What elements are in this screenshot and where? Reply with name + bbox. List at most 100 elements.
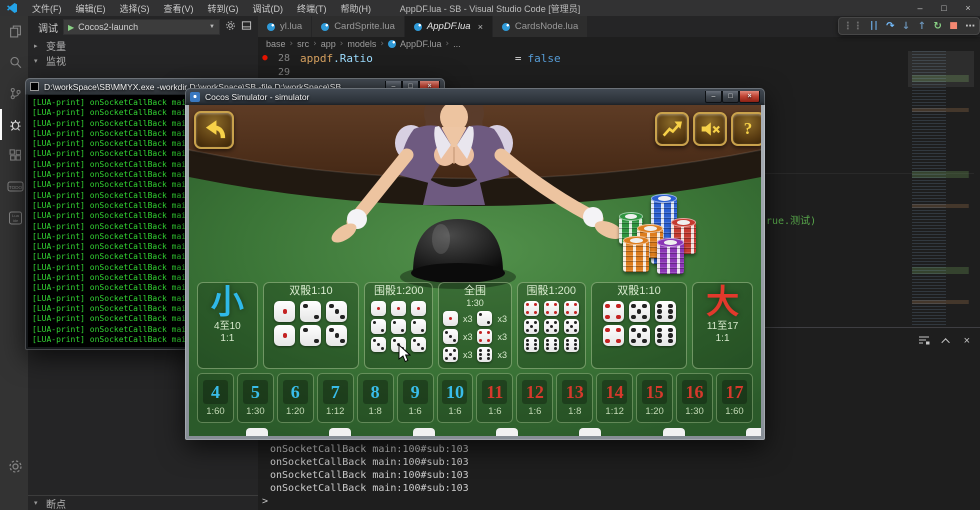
number-odds: 1:20: [286, 406, 305, 417]
minimize-button[interactable]: –: [705, 91, 722, 103]
maximize-button[interactable]: □: [932, 0, 956, 16]
menu-item[interactable]: 编辑(E): [69, 0, 113, 17]
tab-CardsNode.lua[interactable]: CardsNode.lua: [493, 16, 588, 37]
search-icon: [9, 56, 22, 69]
code-token-value: false: [528, 52, 561, 65]
code-line-28: ● 28 appdf.Ratio=false: [258, 51, 980, 65]
sidebar-section-breakpoints[interactable]: ▾ 断点: [28, 495, 258, 510]
help-button[interactable]: ?: [731, 112, 761, 146]
tab-AppDF.lua[interactable]: AppDF.lua×: [405, 16, 493, 37]
close-button[interactable]: ×: [956, 0, 980, 16]
minimize-button[interactable]: –: [908, 0, 932, 16]
activity-item-search[interactable]: [0, 47, 28, 78]
mute-speaker-icon: [699, 119, 721, 139]
bet-number-11[interactable]: 111:6: [476, 373, 513, 423]
bet-number-5[interactable]: 51:30: [237, 373, 274, 423]
menu-item[interactable]: 查看(V): [157, 0, 201, 17]
hidden-die-top: [663, 428, 685, 436]
breakpoint-icon[interactable]: ●: [258, 53, 272, 63]
more-icon[interactable]: ⋯: [965, 21, 975, 32]
tab-yl.lua[interactable]: yl.lua: [258, 16, 312, 37]
multiplier-label: x3: [463, 332, 473, 342]
word-wrap-icon[interactable]: [918, 332, 930, 350]
breadcrumb-item[interactable]: base: [266, 39, 286, 49]
stop-icon[interactable]: ■: [949, 21, 958, 31]
maximize-panel-icon[interactable]: [941, 338, 949, 346]
launch-config-select[interactable]: ▶ Cocos2-launch ▼: [63, 19, 220, 35]
bet-small-0[interactable]: 小4至101:1: [197, 282, 258, 369]
step-into-icon[interactable]: ↓: [902, 21, 910, 32]
mute-button[interactable]: [693, 112, 727, 146]
bet-double-5[interactable]: 双骰1:10: [591, 282, 687, 369]
chip-stack: [657, 242, 684, 274]
bet-number-6[interactable]: 61:20: [277, 373, 314, 423]
bet-number-4[interactable]: 41:60: [197, 373, 234, 423]
minimap[interactable]: [908, 51, 974, 328]
activity-item-settings[interactable]: [0, 451, 28, 482]
breadcrumb-item[interactable]: AppDF.lua: [400, 39, 442, 49]
bet-number-14[interactable]: 141:12: [596, 373, 633, 423]
menu-item[interactable]: 帮助(H): [334, 0, 379, 17]
activity-item-extensions[interactable]: [0, 140, 28, 171]
betting-board: 小4至101:1双骰1:10围骰1:200全围1:30x3x3x3x3x3x3围…: [197, 282, 753, 369]
number-label: 9: [403, 380, 428, 404]
minimap-slider[interactable]: [908, 51, 974, 87]
menu-item[interactable]: 调试(D): [246, 0, 291, 17]
bet-number-8[interactable]: 81:8: [357, 373, 394, 423]
menu-item[interactable]: 选择(S): [113, 0, 157, 17]
close-button[interactable]: ×: [739, 91, 760, 103]
breadcrumb-item[interactable]: src: [297, 39, 309, 49]
bet-number-7[interactable]: 71:12: [317, 373, 354, 423]
start-debug-icon[interactable]: ▶: [68, 23, 74, 32]
menu-item[interactable]: 转到(G): [201, 0, 246, 17]
activity-item-source-control[interactable]: [0, 78, 28, 109]
bet-double-1[interactable]: 双骰1:10: [263, 282, 359, 369]
bet-number-9[interactable]: 91:6: [397, 373, 434, 423]
bet-big-6[interactable]: 大11至171:1: [692, 282, 753, 369]
bet-number-17[interactable]: 171:60: [716, 373, 753, 423]
pause-icon[interactable]: ||: [870, 21, 879, 31]
configure-gear-icon[interactable]: [225, 20, 236, 34]
restart-icon[interactable]: ↻: [933, 21, 941, 32]
console-input-prompt[interactable]: >: [262, 495, 469, 508]
menu-item[interactable]: 文件(F): [25, 0, 69, 17]
activity-item-lua-ide[interactable]: Luaide: [0, 202, 28, 233]
sidebar-section-watch[interactable]: ▾ 监视: [28, 53, 258, 68]
menu-item[interactable]: 终端(T): [290, 0, 334, 17]
drag-icon[interactable]: ⋮⋮: [843, 21, 863, 32]
breadcrumb[interactable]: base›src›app›models›AppDF.lua›...: [258, 37, 980, 51]
die-face-2: [371, 319, 386, 334]
open-console-icon[interactable]: [241, 20, 252, 34]
die-face-3: [371, 337, 386, 352]
bet-number-16[interactable]: 161:30: [676, 373, 713, 423]
dice-cup: [400, 219, 516, 289]
number-odds: 1:6: [528, 406, 541, 417]
close-panel-icon[interactable]: ×: [964, 335, 970, 347]
close-tab-icon[interactable]: ×: [478, 22, 483, 32]
chevron-down-icon: ▾: [34, 499, 42, 507]
sidebar-section-variables[interactable]: ▸ 变量: [28, 38, 258, 53]
bet-any-triple-3[interactable]: 全围1:30x3x3x3x3x3x3: [438, 282, 511, 369]
tab-CardSprite.lua[interactable]: CardSprite.lua: [312, 16, 405, 37]
bet-number-10[interactable]: 101:6: [437, 373, 474, 423]
simulator-titlebar[interactable]: Cocos Simulator - simulator –□×: [185, 88, 765, 105]
back-button[interactable]: [194, 111, 234, 149]
step-over-icon[interactable]: ↷: [886, 21, 894, 32]
maximize-button[interactable]: □: [722, 91, 739, 103]
bet-number-15[interactable]: 151:20: [636, 373, 673, 423]
step-out-icon[interactable]: ↑: [918, 21, 926, 32]
trend-button[interactable]: [655, 112, 689, 146]
activity-item-explorer[interactable]: [0, 16, 28, 47]
bet-triple-4[interactable]: 围骰1:200: [517, 282, 586, 369]
breadcrumb-item[interactable]: ...: [453, 39, 461, 49]
activity-item-todo[interactable]: TODO: [0, 171, 28, 202]
number-odds: 1:12: [326, 406, 345, 417]
multiplier-label: x3: [497, 314, 507, 324]
number-odds: 1:6: [408, 406, 421, 417]
bet-number-13[interactable]: 131:8: [556, 373, 593, 423]
breadcrumb-item[interactable]: app: [321, 39, 336, 49]
breadcrumb-item[interactable]: models: [347, 39, 376, 49]
bet-number-12[interactable]: 121:6: [516, 373, 553, 423]
activity-item-run-debug[interactable]: [0, 109, 28, 140]
return-arrow-icon: [201, 118, 227, 142]
